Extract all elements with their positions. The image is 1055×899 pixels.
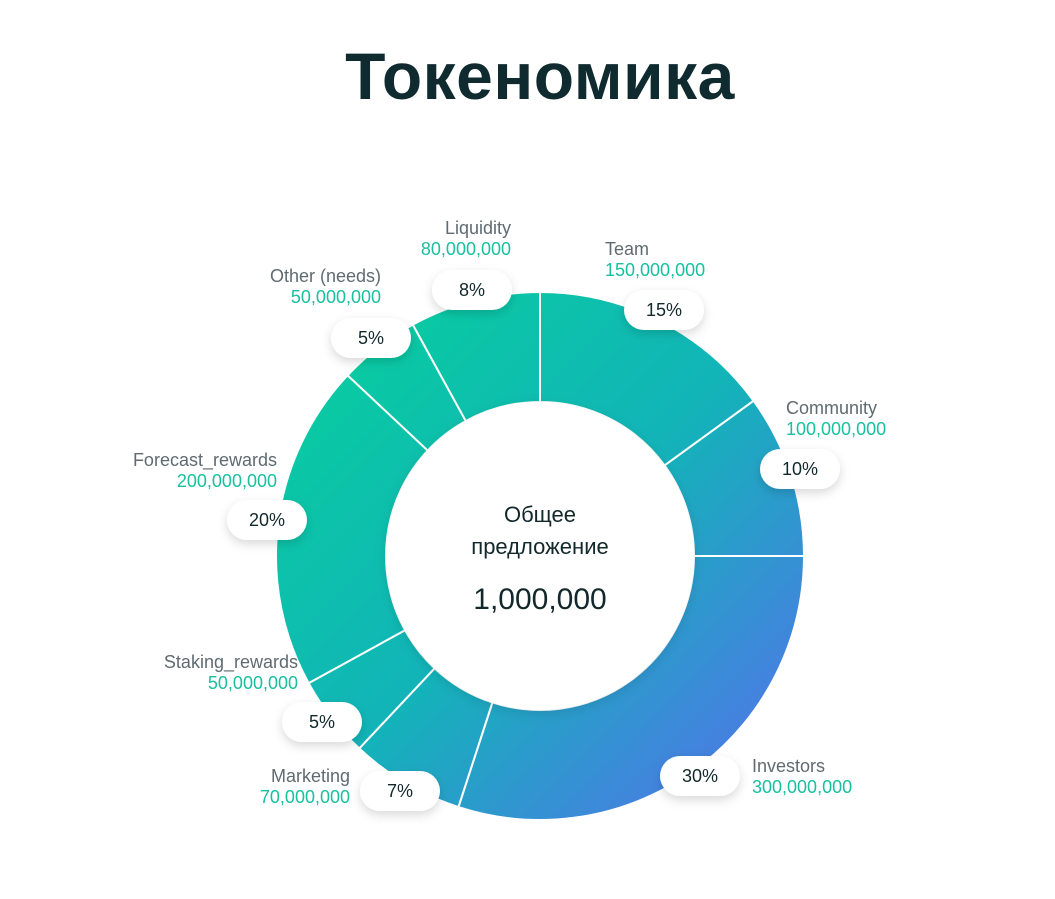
- percent-label: 5%: [358, 328, 384, 348]
- center-total-value: 1,000,000: [473, 583, 606, 616]
- percent-label: 7%: [387, 781, 413, 801]
- slice-value-label: 80,000,000: [421, 239, 511, 259]
- slice-name-label: Forecast_rewards: [133, 450, 277, 471]
- percent-pill: 7%: [360, 771, 440, 811]
- slice-value-label: 70,000,000: [260, 787, 350, 807]
- slice-name-label: Investors: [752, 756, 825, 776]
- percent-pill: 10%: [760, 449, 840, 489]
- center-label-line2: предложение: [471, 534, 608, 559]
- slice-value-label: 150,000,000: [605, 260, 705, 280]
- slice-name-label: Staking_rewards: [164, 652, 298, 673]
- slice-name-label: Other (needs): [270, 266, 381, 286]
- percent-pill: 8%: [432, 270, 512, 310]
- percent-pill: 20%: [227, 500, 307, 540]
- slice-value-label: 300,000,000: [752, 777, 852, 797]
- center-label-line1: Общее: [504, 502, 576, 527]
- percent-label: 20%: [249, 510, 285, 530]
- slice-value-label: 100,000,000: [786, 419, 886, 439]
- slice-name-label: Marketing: [271, 766, 350, 786]
- percent-label: 15%: [646, 300, 682, 320]
- donut-chart: Общее предложение 1,000,000 15% 10% 30% 7% 5…: [133, 218, 886, 821]
- percent-pill: 5%: [331, 318, 411, 358]
- percent-label: 10%: [782, 459, 818, 479]
- slice-name-label: Team: [605, 239, 649, 259]
- center-label-group: Общее предложение 1,000,000: [386, 402, 694, 710]
- slice-name-label: Liquidity: [445, 218, 511, 238]
- percent-label: 8%: [459, 280, 485, 300]
- percent-pill: 30%: [660, 756, 740, 796]
- percent-label: 30%: [682, 766, 718, 786]
- slice-value-label: 50,000,000: [291, 287, 381, 307]
- slice-value-label: 50,000,000: [208, 673, 298, 693]
- percent-pill: 15%: [624, 290, 704, 330]
- percent-pill: 5%: [282, 702, 362, 742]
- slice-value-label: 200,000,000: [177, 471, 277, 491]
- slice-name-label: Community: [786, 398, 877, 418]
- percent-label: 5%: [309, 712, 335, 732]
